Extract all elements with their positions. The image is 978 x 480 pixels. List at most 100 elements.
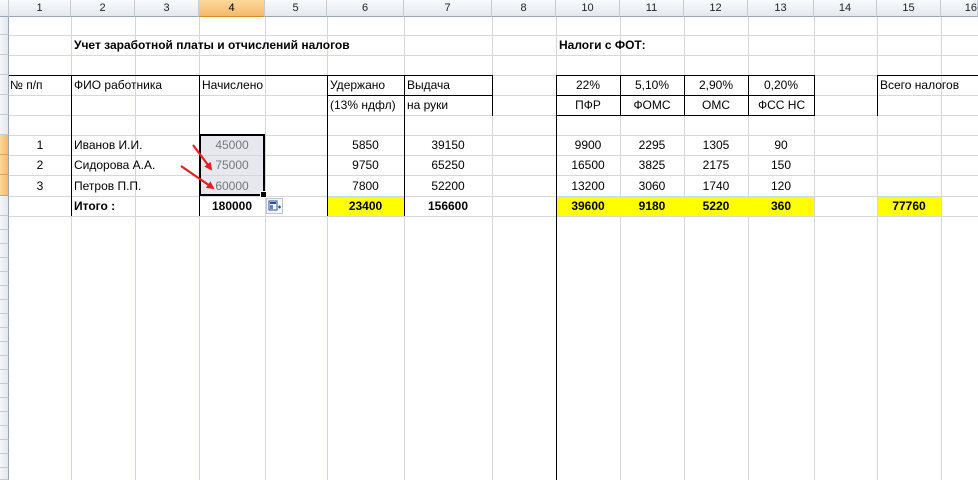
row-header[interactable] <box>0 75 9 95</box>
column-header-5[interactable]: 5 <box>265 0 327 17</box>
gridline <box>9 115 978 116</box>
column-header-4[interactable]: 4 <box>199 0 265 17</box>
row-withheld[interactable]: 7800 <box>327 176 404 196</box>
row-header[interactable] <box>0 328 9 342</box>
select-all-corner[interactable] <box>0 0 9 17</box>
row-header[interactable] <box>0 342 9 356</box>
row-no: 3 <box>36 179 44 193</box>
row-oms[interactable]: 1305 <box>684 135 748 155</box>
row-foms[interactable]: 3825 <box>620 155 684 175</box>
tax-rate-fss: 0,20% <box>763 78 799 92</box>
column-header-14[interactable]: 14 <box>814 0 877 17</box>
tax-name-pfr: ПФР <box>575 98 601 112</box>
row-header-selected[interactable] <box>0 135 9 155</box>
row-header[interactable] <box>0 272 9 286</box>
row-fss[interactable]: 90 <box>748 135 814 155</box>
table-border <box>492 75 493 116</box>
row-header[interactable] <box>0 398 9 412</box>
row-header[interactable] <box>0 356 9 370</box>
total-all-taxes[interactable]: 77760 <box>877 196 941 216</box>
column-header-1[interactable]: 1 <box>9 0 71 17</box>
row-header[interactable] <box>0 314 9 328</box>
row-oms[interactable]: 1740 <box>684 176 748 196</box>
row-fio: Иванов И.И. <box>74 138 143 152</box>
row-payout[interactable]: 52200 <box>404 176 492 196</box>
column-header-11[interactable]: 11 <box>620 0 684 17</box>
selection-range[interactable] <box>199 134 267 198</box>
column-header-13[interactable]: 13 <box>748 0 814 17</box>
column-header-3[interactable]: 3 <box>135 0 199 17</box>
annotation-arrows <box>180 144 215 190</box>
row-header[interactable] <box>0 17 9 35</box>
tax-rate-pfr: 22% <box>575 78 601 92</box>
total-payout[interactable]: 156600 <box>404 196 492 216</box>
row-header[interactable] <box>0 216 9 230</box>
tax-title: Налоги с ФОТ: <box>559 38 646 52</box>
column-header-12[interactable]: 12 <box>684 0 748 17</box>
total-oms[interactable]: 5220 <box>684 196 748 216</box>
table-border <box>71 75 72 216</box>
row-header[interactable] <box>0 384 9 398</box>
row-no: 1 <box>36 138 44 152</box>
row-header[interactable] <box>0 426 9 440</box>
row-foms[interactable]: 3060 <box>620 176 684 196</box>
header-no: № п/п <box>10 78 43 92</box>
spreadsheet[interactable]: 1 2 3 4 5 6 7 8 10 11 12 13 14 15 16 Уче… <box>0 0 978 480</box>
totals-label: Итого : <box>74 199 116 213</box>
gridline <box>9 95 978 96</box>
column-header-7[interactable]: 7 <box>404 0 492 17</box>
row-header[interactable] <box>0 454 9 468</box>
table-border <box>556 115 814 116</box>
row-header[interactable] <box>0 440 9 454</box>
total-pfr[interactable]: 39600 <box>556 196 620 216</box>
column-header-16[interactable]: 16 <box>941 0 978 17</box>
gridline <box>9 135 978 136</box>
sheet-title: Учет заработной платы и отчислений налог… <box>74 38 350 52</box>
row-header[interactable] <box>0 244 9 258</box>
row-header[interactable] <box>0 468 9 480</box>
row-header-selected[interactable] <box>0 175 9 196</box>
row-pfr[interactable]: 13200 <box>556 176 620 196</box>
row-withheld[interactable]: 5850 <box>327 135 404 155</box>
row-header[interactable] <box>0 412 9 426</box>
total-accrued[interactable]: 180000 <box>199 196 265 216</box>
row-fss[interactable]: 120 <box>748 176 814 196</box>
row-foms[interactable]: 2295 <box>620 135 684 155</box>
row-header[interactable] <box>0 230 9 244</box>
row-pfr[interactable]: 16500 <box>556 155 620 175</box>
row-payout[interactable]: 65250 <box>404 155 492 175</box>
table-border <box>877 75 878 116</box>
column-header-6[interactable]: 6 <box>327 0 404 17</box>
header-payout: Выдача <box>407 78 450 92</box>
total-fss[interactable]: 360 <box>748 196 814 216</box>
total-withheld[interactable]: 23400 <box>327 196 404 216</box>
row-payout[interactable]: 39150 <box>404 135 492 155</box>
fill-handle[interactable] <box>260 191 267 198</box>
row-header[interactable] <box>0 35 9 55</box>
row-header[interactable] <box>0 370 9 384</box>
row-fio: Петров П.П. <box>74 179 142 193</box>
column-header-10[interactable]: 10 <box>556 0 620 17</box>
paste-options-icon[interactable] <box>266 198 283 214</box>
tax-rate-oms: 2,90% <box>698 78 734 92</box>
row-withheld[interactable]: 9750 <box>327 155 404 175</box>
row-header-selected[interactable] <box>0 155 9 175</box>
column-header-15[interactable]: 15 <box>877 0 941 17</box>
row-header[interactable] <box>0 300 9 314</box>
row-header[interactable] <box>0 55 9 75</box>
row-fss[interactable]: 150 <box>748 155 814 175</box>
row-header[interactable] <box>0 258 9 272</box>
row-oms[interactable]: 2175 <box>684 155 748 175</box>
header-withheld: Удержано <box>330 78 386 92</box>
row-pfr[interactable]: 9900 <box>556 135 620 155</box>
total-foms[interactable]: 9180 <box>620 196 684 216</box>
row-header[interactable] <box>0 196 9 216</box>
gridline <box>9 55 978 56</box>
gridline <box>265 17 266 480</box>
row-header[interactable] <box>0 115 9 135</box>
column-header-8[interactable]: 8 <box>492 0 556 17</box>
column-header-2[interactable]: 2 <box>71 0 135 17</box>
row-header[interactable] <box>0 286 9 300</box>
row-header[interactable] <box>0 95 9 115</box>
header-fio: ФИО работника <box>74 78 163 92</box>
